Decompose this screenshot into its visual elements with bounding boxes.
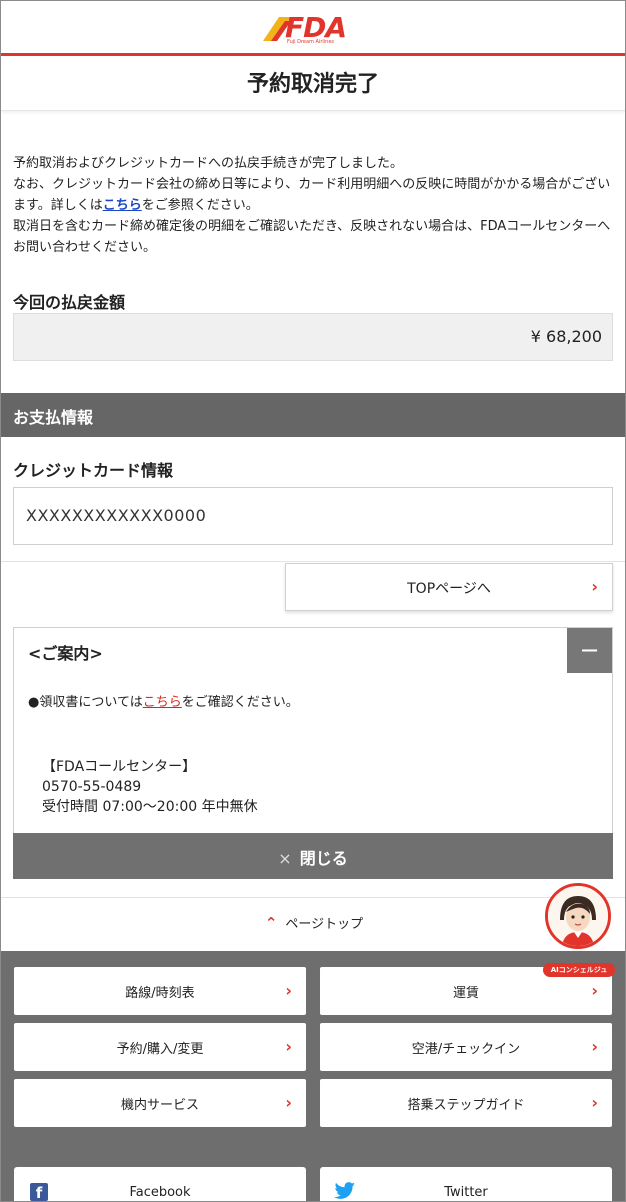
- chevron-right-icon: ›: [285, 1037, 292, 1056]
- guide-title: <ご案内>: [28, 644, 103, 663]
- receipt-note-suffix: をご確認ください。: [181, 695, 299, 710]
- footer-nav-reservation[interactable]: 予約/購入/変更 ›: [14, 1023, 306, 1071]
- footer-nav-airport-checkin[interactable]: 空港/チェックイン ›: [320, 1023, 612, 1071]
- footer-nav-label: 搭乗ステップガイド: [407, 1098, 525, 1113]
- footer-nav-routes[interactable]: 路線/時刻表 ›: [14, 967, 306, 1015]
- footer-nav-label: 予約/購入/変更: [116, 1042, 204, 1057]
- refund-label: 今回の払戻金額: [13, 293, 126, 312]
- call-center-phone: 0570-55-0489: [42, 779, 142, 795]
- guide-accordion-body: ●領収書についてはこちらをご確認ください。 【FDAコールセンター】 0570-…: [13, 673, 613, 833]
- title-bar: 予約取消完了: [1, 56, 625, 111]
- minus-icon: −: [579, 636, 600, 664]
- divider: [1, 561, 625, 562]
- footer: 路線/時刻表 › 運賃 › 予約/購入/変更 › 空港/チェックイン › 機内サ…: [1, 951, 625, 1201]
- footer-nav-label: 運賃: [452, 986, 479, 1001]
- footer-nav-label: 路線/時刻表: [125, 986, 195, 1001]
- site-header: FDA Fuji Dream Airlines: [1, 1, 625, 56]
- card-number: XXXXXXXXXXXX0000: [26, 506, 207, 525]
- chevron-right-icon: ›: [285, 981, 292, 1000]
- top-page-button-label: TOPページへ: [407, 581, 491, 597]
- payment-section-header: お支払情報: [1, 393, 625, 437]
- close-button-label: × 閉じる: [13, 845, 613, 869]
- concierge-avatar-icon: [548, 886, 608, 946]
- refund-amount-box: ¥ 68,200: [13, 313, 613, 361]
- chevron-right-icon: ›: [285, 1093, 292, 1112]
- call-center-name: 【FDAコールセンター】: [42, 759, 197, 775]
- chevron-right-icon: ›: [591, 577, 598, 596]
- facebook-label: Facebook: [129, 1185, 191, 1200]
- close-button[interactable]: × 閉じる: [13, 833, 613, 879]
- close-text: 閉じる: [299, 849, 348, 868]
- completion-message: 予約取消およびクレジットカードへの払戻手続きが完了しました。 なお、クレジットカ…: [13, 153, 613, 258]
- card-info-label: クレジットカード情報: [13, 461, 174, 480]
- chevron-right-icon: ›: [591, 1037, 598, 1056]
- ai-concierge-button[interactable]: AIコンシェルジュ: [543, 883, 615, 977]
- footer-nav-inflight-service[interactable]: 機内サービス ›: [14, 1079, 306, 1127]
- message-line-3: 取消日を含むカード締め確定後の明細をご確認いただき、反映されない場合は、FDAコ…: [13, 219, 611, 255]
- brand-tagline: Fuji Dream Airlines: [287, 39, 335, 45]
- collapse-button[interactable]: −: [567, 628, 612, 674]
- message-line-2b: をご参照ください。: [141, 198, 259, 213]
- footer-nav-label: 機内サービス: [120, 1098, 199, 1113]
- chevron-right-icon: ›: [591, 981, 598, 1000]
- chevron-up-icon: ⌃: [264, 914, 278, 932]
- card-number-box: XXXXXXXXXXXX0000: [13, 487, 613, 545]
- page-top-link[interactable]: ⌃ ページトップ: [1, 913, 625, 932]
- payment-section-title: お支払情報: [13, 408, 94, 427]
- page-frame: FDA Fuji Dream Airlines 予約取消完了 予約取消およびクレ…: [0, 0, 626, 1202]
- footer-nav-boarding-guide[interactable]: 搭乗ステップガイド ›: [320, 1079, 612, 1127]
- chevron-right-icon: ›: [591, 1093, 598, 1112]
- receipt-note: ●領収書についてはこちらをご確認ください。: [28, 691, 299, 710]
- guide-accordion-header[interactable]: <ご案内> −: [13, 627, 613, 675]
- page-title: 予約取消完了: [246, 72, 379, 97]
- receipt-note-prefix: ●領収書については: [28, 695, 143, 710]
- facebook-button[interactable]: f Facebook: [14, 1167, 306, 1201]
- top-page-button[interactable]: TOPページへ ›: [285, 563, 613, 611]
- footer-nav-label: 空港/チェックイン: [411, 1042, 521, 1057]
- twitter-button[interactable]: Twitter: [320, 1167, 612, 1201]
- receipt-link[interactable]: こちら: [143, 695, 182, 710]
- twitter-label: Twitter: [444, 1185, 488, 1200]
- details-link[interactable]: こちら: [103, 198, 142, 213]
- concierge-avatar: [545, 883, 611, 949]
- concierge-badge: AIコンシェルジュ: [543, 963, 615, 977]
- message-line-1: 予約取消およびクレジットカードへの払戻手続きが完了しました。: [13, 156, 404, 171]
- close-icon: ×: [278, 849, 292, 868]
- page-top-label: ページトップ: [285, 917, 364, 932]
- message-line-2: なお、クレジットカード会社の締め日等により、カード利用明細への反映に時間がかかる…: [13, 174, 613, 216]
- call-center-hours: 受付時間 07:00〜20:00 年中無休: [42, 799, 258, 815]
- call-center-info: 【FDAコールセンター】 0570-55-0489 受付時間 07:00〜20:…: [42, 757, 258, 817]
- divider: [1, 897, 625, 898]
- fda-logo[interactable]: FDA Fuji Dream Airlines: [261, 9, 371, 47]
- refund-amount: ¥ 68,200: [530, 327, 602, 346]
